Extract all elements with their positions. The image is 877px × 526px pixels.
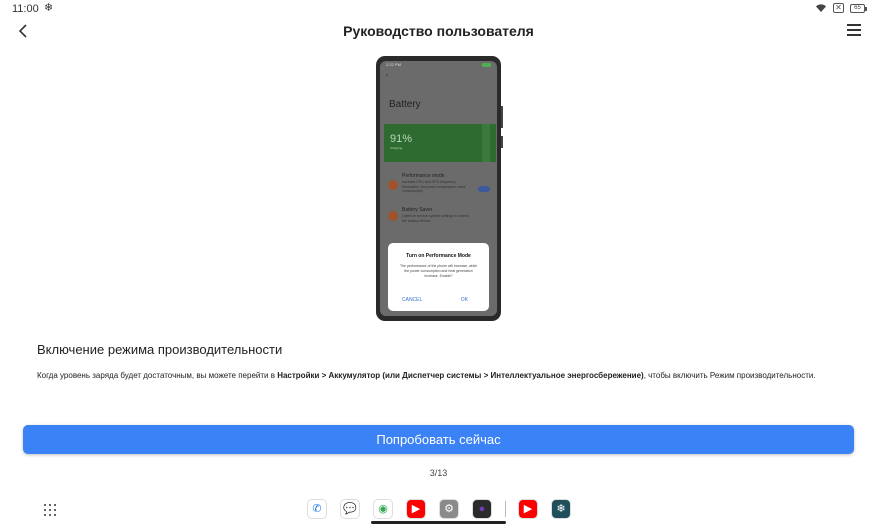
battery-saver-icon bbox=[388, 211, 398, 221]
description-settings-path: Настройки > Аккумулятор (или Диспетчер с… bbox=[277, 371, 644, 380]
illustration-toggle bbox=[478, 186, 490, 192]
wifi-icon bbox=[816, 4, 826, 12]
page-title: Руководство пользователя bbox=[343, 23, 534, 39]
dock-divider bbox=[505, 501, 506, 517]
snowflake-app-icon[interactable]: ❄ bbox=[551, 499, 571, 519]
section-heading: Включение режима производительности bbox=[37, 342, 283, 357]
try-now-button[interactable]: Попробовать сейчас bbox=[23, 425, 854, 454]
no-sim-icon: ✕ bbox=[833, 3, 844, 13]
illustration-dialog: Turn on Performance Mode The performance… bbox=[388, 243, 489, 311]
illustration-battery-state: Charging bbox=[390, 146, 403, 150]
status-icons: ✕ 65 bbox=[815, 3, 867, 13]
illustration-screen-title: Battery bbox=[389, 99, 421, 110]
status-time: 11:00 bbox=[12, 3, 39, 15]
illustration-battery-icon bbox=[482, 63, 491, 67]
youtube-recent-app-icon[interactable]: ▶ bbox=[518, 499, 538, 519]
chrome-app-icon[interactable]: ◉ bbox=[373, 499, 393, 519]
illustration-saver-title: Battery Saver bbox=[402, 207, 433, 213]
snowflake-status-icon: ❄ bbox=[44, 2, 54, 14]
description-text: Когда уровень заряда будет достаточным, … bbox=[37, 371, 847, 380]
illustration-saver-desc: Optimize several system settings to exte… bbox=[402, 214, 469, 223]
page-indicator: 3/13 bbox=[429, 468, 448, 478]
app-drawer-icon[interactable] bbox=[44, 504, 56, 516]
status-bar: 11:00 ❄ ✕ 65 bbox=[0, 0, 877, 18]
illustration-performance-title: Performance mode bbox=[402, 173, 445, 179]
illustration-ok-button: OK bbox=[460, 297, 468, 303]
illustration-battery-percent: 91% bbox=[390, 133, 413, 145]
illustration-back-icon: ‹ bbox=[386, 73, 388, 79]
youtube-app-icon[interactable]: ▶ bbox=[406, 499, 426, 519]
hamburger-menu-icon[interactable] bbox=[847, 24, 861, 37]
phone-app-icon[interactable]: ✆ bbox=[307, 499, 327, 519]
description-part-2: , чтобы включить Режим производительност… bbox=[643, 371, 816, 380]
illustration-cancel-button: CANCEL bbox=[402, 297, 423, 303]
illustration-battery-card: 91% Charging bbox=[384, 124, 496, 162]
phone-screen: 2:22 PM ‹ Battery 91% Charging Performan… bbox=[380, 61, 497, 316]
battery-icon: 65 bbox=[850, 3, 867, 13]
messages-app-icon[interactable]: 💬 bbox=[340, 499, 360, 519]
phone-illustration: 2:22 PM ‹ Battery 91% Charging Performan… bbox=[376, 56, 503, 321]
illustration-status-time: 2:22 PM bbox=[386, 62, 401, 67]
illustration-dialog-body: The performance of the phone will increa… bbox=[399, 264, 478, 278]
description-part-1: Когда уровень заряда будет достаточным, … bbox=[37, 371, 278, 380]
performance-mode-icon bbox=[388, 180, 398, 190]
illustration-performance-desc: Increase CPU and GPU frequency. Meanwhil… bbox=[402, 180, 466, 193]
illustration-dialog-title: Turn on Performance Mode bbox=[406, 253, 471, 259]
camera-app-icon[interactable]: ● bbox=[472, 499, 492, 519]
settings-app-icon[interactable]: ⚙ bbox=[439, 499, 459, 519]
home-indicator[interactable] bbox=[371, 521, 506, 524]
